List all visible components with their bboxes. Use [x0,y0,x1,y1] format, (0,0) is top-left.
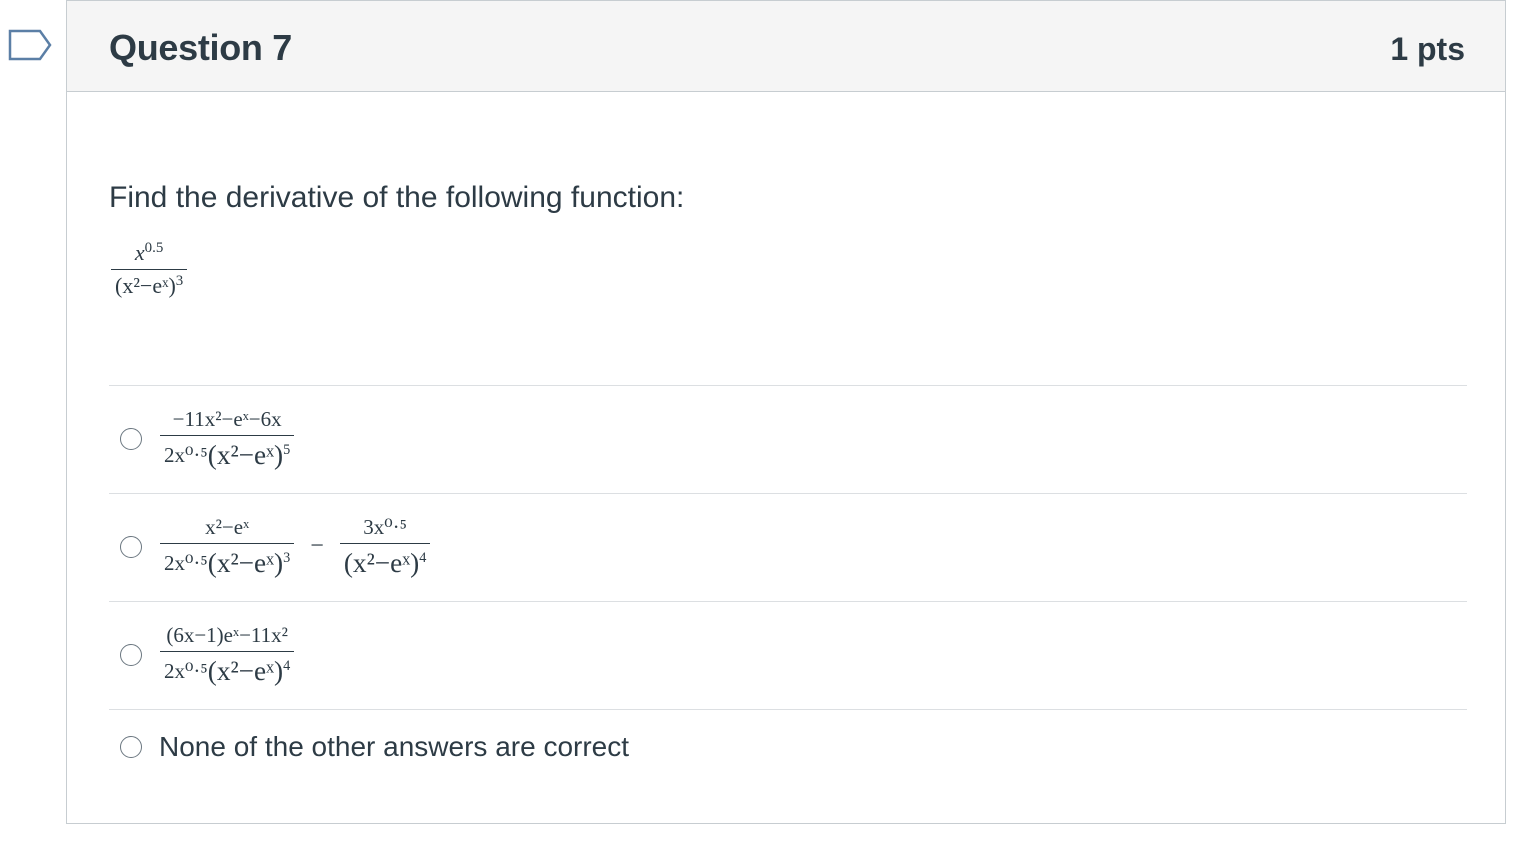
radio-button-a[interactable] [120,428,142,450]
answer-a-den-core: (x²−eˣ) [207,440,284,471]
answer-c-den-exp: 4 [283,658,291,675]
answer-b-term1-numerator: x²−eˣ [205,514,250,539]
answer-divider [109,709,1467,710]
question-prompt: Find the derivative of the following fun… [109,181,685,214]
answer-b-term2-den-exp: 4 [419,550,427,567]
answer-b-term2-numerator: 3x⁰·⁵ [363,514,407,539]
answer-c-math: (6x−1)eˣ−11x² 2x⁰·⁵(x²−eˣ)4 [160,622,295,687]
answer-b-term2-den-core: (x²−eˣ) [343,548,420,579]
radio-button-b[interactable] [120,536,142,558]
answer-option-c[interactable]: (6x−1)eˣ−11x² 2x⁰·⁵(x²−eˣ)4 [109,612,1467,698]
answer-b-term1-den-prefix: 2x⁰·⁵ [164,550,208,575]
fn-numerator-exp: 0.5 [144,239,164,256]
radio-button-c[interactable] [120,644,142,666]
answer-divider [109,601,1467,602]
answer-a-den-exp: 5 [283,442,291,459]
answer-b-term1-den-exp: 3 [283,550,291,567]
answer-c-den-prefix: 2x⁰·⁵ [164,658,208,683]
fn-denominator: (x²−eˣ) [115,273,176,299]
answer-option-d[interactable]: None of the other answers are correct [109,727,1467,767]
answer-divider [109,385,1467,386]
fn-numerator-base: x [134,240,145,265]
bookmark-flag-icon[interactable] [8,29,52,61]
radio-button-d[interactable] [120,736,142,758]
answer-b-math: x²−eˣ 2x⁰·⁵(x²−eˣ)3 − 3x⁰·⁵ (x²−eˣ)4 [160,514,431,579]
answer-a-numerator: −11x²−eˣ−6x [172,406,282,431]
answer-divider [109,493,1467,494]
question-header: Question 7 1 pts [67,1,1505,92]
question-points: 1 pts [1390,31,1465,67]
answer-b-term1-den-core: (x²−eˣ) [207,548,284,579]
fn-denominator-exp: 3 [175,272,184,289]
answer-option-b[interactable]: x²−eˣ 2x⁰·⁵(x²−eˣ)3 − 3x⁰·⁵ (x²−eˣ)4 [109,504,1467,590]
answer-b-operator: − [310,533,324,560]
answer-a-math: −11x²−eˣ−6x 2x⁰·⁵(x²−eˣ)5 [160,406,295,471]
given-function: x0.5 (x²−eˣ)3 [111,239,188,299]
answer-a-den-prefix: 2x⁰·⁵ [164,442,208,467]
answer-option-a[interactable]: −11x²−eˣ−6x 2x⁰·⁵(x²−eˣ)5 [109,396,1467,482]
question-title: Question 7 [109,27,293,68]
answer-d-label: None of the other answers are correct [159,731,630,762]
question-card: Question 7 1 pts Find the derivative of … [66,0,1506,824]
answer-c-den-core: (x²−eˣ) [207,656,284,687]
answer-c-numerator: (6x−1)eˣ−11x² [166,622,288,647]
